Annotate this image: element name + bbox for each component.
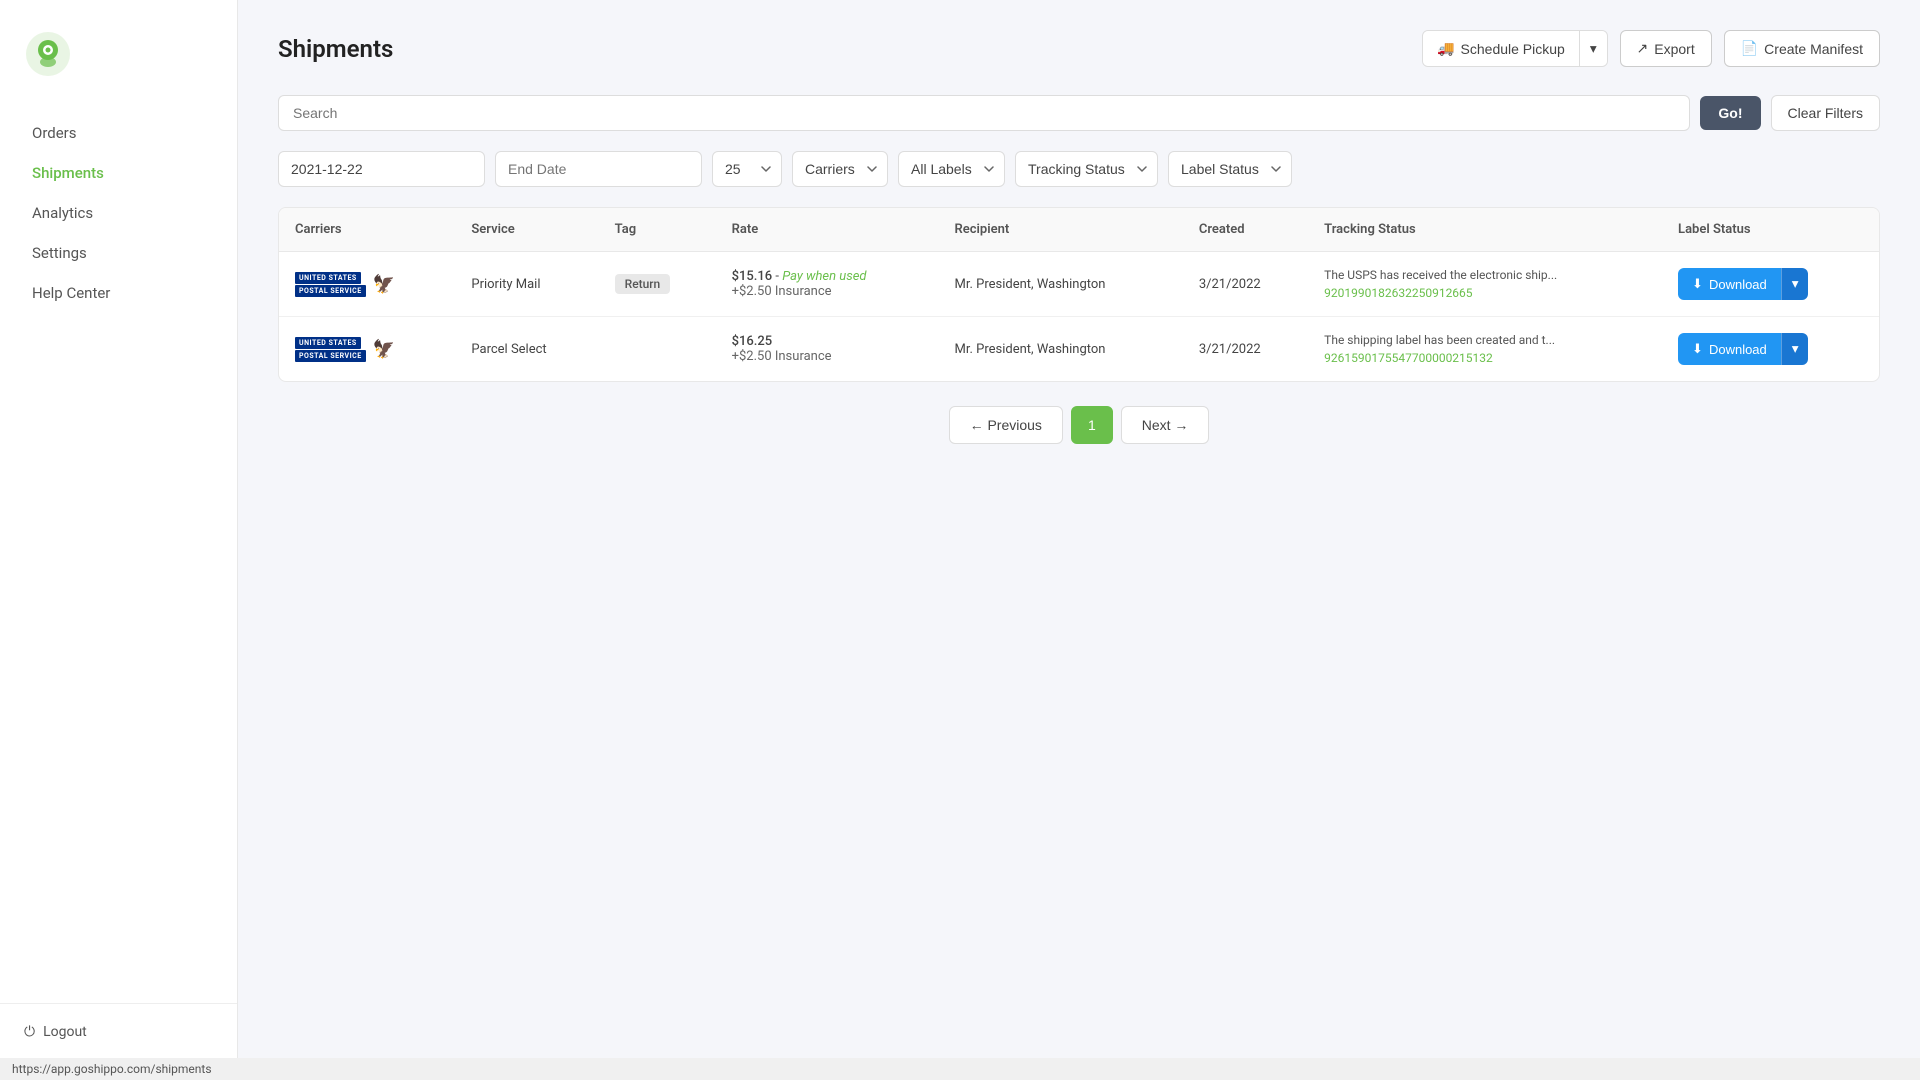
cell-service: Parcel Select <box>455 317 598 382</box>
tracking-status-select[interactable]: Tracking Status <box>1015 151 1158 187</box>
download-icon: ⬇ <box>1692 341 1703 357</box>
sidebar-item-settings[interactable]: Settings <box>8 234 229 272</box>
page-1-button[interactable]: 1 <box>1071 406 1113 444</box>
table-header-row: Carriers Service Tag Rate Recipient Crea… <box>279 208 1879 252</box>
status-bar: https://app.goshippo.com/shipments <box>0 1058 1920 1080</box>
col-label-status: Label Status <box>1662 208 1879 252</box>
shipments-table: Carriers Service Tag Rate Recipient Crea… <box>279 208 1879 381</box>
usps-logo: UNITED STATES POSTAL SERVICE 🦅 <box>295 337 439 362</box>
status-url: https://app.goshippo.com/shipments <box>12 1062 212 1076</box>
sidebar-item-shipments[interactable]: Shipments <box>8 154 229 192</box>
schedule-pickup-dropdown-button[interactable]: ▾ <box>1580 31 1607 66</box>
start-date-input[interactable] <box>278 151 485 187</box>
download-button[interactable]: ⬇ Download <box>1678 268 1781 300</box>
cell-tracking-status: The USPS has received the electronic shi… <box>1308 252 1662 317</box>
logo-container <box>0 20 237 112</box>
go-button[interactable]: Go! <box>1700 96 1760 130</box>
col-tracking-status: Tracking Status <box>1308 208 1662 252</box>
tracking-number[interactable]: 9201990182632250912665 <box>1324 286 1646 300</box>
sidebar-bottom: ⏻ Logout <box>0 1003 237 1060</box>
all-labels-select[interactable]: All Labels <box>898 151 1005 187</box>
tracking-description: The USPS has received the electronic shi… <box>1324 268 1646 282</box>
chevron-down-icon: ▾ <box>1792 341 1799 356</box>
chevron-down-icon: ▾ <box>1792 276 1799 291</box>
tracking-number[interactable]: 9261590175547700000215132 <box>1324 351 1646 365</box>
export-icon: ↗ <box>1637 40 1649 57</box>
tracking-description: The shipping label has been created and … <box>1324 333 1646 347</box>
main-content: Shipments 🚚 Schedule Pickup ▾ ↗ Export 📄… <box>238 0 1920 1080</box>
col-carriers: Carriers <box>279 208 455 252</box>
per-page-select[interactable]: 25 50 100 <box>712 151 782 187</box>
table-row: UNITED STATES POSTAL SERVICE 🦅 Priority … <box>279 252 1879 317</box>
export-button[interactable]: ↗ Export <box>1620 30 1712 67</box>
download-dropdown-button[interactable]: ▾ <box>1781 268 1809 300</box>
search-container <box>278 95 1690 131</box>
download-btn-group: ⬇ Download ▾ <box>1678 333 1808 365</box>
download-dropdown-button[interactable]: ▾ <box>1781 333 1809 365</box>
col-service: Service <box>455 208 598 252</box>
cell-rate: $16.25+$2.50 Insurance <box>716 317 939 382</box>
download-button[interactable]: ⬇ Download <box>1678 333 1781 365</box>
cell-tag <box>599 317 716 382</box>
download-icon: ⬇ <box>1692 276 1703 292</box>
schedule-pickup-btn-group: 🚚 Schedule Pickup ▾ <box>1422 30 1607 67</box>
col-recipient: Recipient <box>939 208 1183 252</box>
cell-tracking-status: The shipping label has been created and … <box>1308 317 1662 382</box>
logout-label: Logout <box>43 1024 87 1040</box>
sidebar: Orders Shipments Analytics Settings Help… <box>0 0 238 1080</box>
col-created: Created <box>1183 208 1308 252</box>
document-icon: 📄 <box>1741 40 1758 57</box>
end-date-input[interactable] <box>495 151 702 187</box>
goshippo-logo-icon <box>24 30 72 78</box>
tag-badge: Return <box>615 274 671 294</box>
logout-icon: ⏻ <box>24 1024 35 1040</box>
cell-recipient: Mr. President, Washington <box>939 252 1183 317</box>
sidebar-item-analytics[interactable]: Analytics <box>8 194 229 232</box>
table-row: UNITED STATES POSTAL SERVICE 🦅 Parcel Se… <box>279 317 1879 382</box>
col-rate: Rate <box>716 208 939 252</box>
carriers-select[interactable]: Carriers <box>792 151 888 187</box>
sidebar-item-help-center[interactable]: Help Center <box>8 274 229 312</box>
sidebar-item-orders[interactable]: Orders <box>8 114 229 152</box>
logout-button[interactable]: ⏻ Logout <box>24 1024 213 1040</box>
create-manifest-button[interactable]: 📄 Create Manifest <box>1724 30 1880 67</box>
sidebar-nav: Orders Shipments Analytics Settings Help… <box>0 112 237 1003</box>
page-title: Shipments <box>278 35 393 63</box>
shipments-table-container: Carriers Service Tag Rate Recipient Crea… <box>278 207 1880 382</box>
cell-recipient: Mr. President, Washington <box>939 317 1183 382</box>
search-input[interactable] <box>278 95 1690 131</box>
cell-carrier: UNITED STATES POSTAL SERVICE 🦅 <box>279 317 455 382</box>
cell-label-status: ⬇ Download ▾ <box>1662 317 1879 382</box>
cell-service: Priority Mail <box>455 252 598 317</box>
download-btn-group: ⬇ Download ▾ <box>1678 268 1808 300</box>
clear-filters-button[interactable]: Clear Filters <box>1771 95 1880 131</box>
previous-button[interactable]: ← Previous <box>949 406 1063 444</box>
cell-rate: $15.16 - Pay when used+$2.50 Insurance <box>716 252 939 317</box>
cell-label-status: ⬇ Download ▾ <box>1662 252 1879 317</box>
chevron-down-icon: ▾ <box>1590 41 1597 56</box>
filter-options-row: 25 50 100 Carriers All Labels Tracking S… <box>278 151 1880 187</box>
pagination: ← Previous 1 Next → <box>278 382 1880 468</box>
header-actions: 🚚 Schedule Pickup ▾ ↗ Export 📄 Create Ma… <box>1422 30 1880 67</box>
cell-tag: Return <box>599 252 716 317</box>
col-tag: Tag <box>599 208 716 252</box>
label-status-select[interactable]: Label Status <box>1168 151 1292 187</box>
page-header: Shipments 🚚 Schedule Pickup ▾ ↗ Export 📄… <box>278 30 1880 67</box>
filters-row: Go! Clear Filters <box>278 95 1880 131</box>
usps-logo: UNITED STATES POSTAL SERVICE 🦅 <box>295 272 439 297</box>
cell-created: 3/21/2022 <box>1183 317 1308 382</box>
truck-icon: 🚚 <box>1437 40 1454 57</box>
cell-created: 3/21/2022 <box>1183 252 1308 317</box>
next-button[interactable]: Next → <box>1121 406 1210 444</box>
cell-carrier: UNITED STATES POSTAL SERVICE 🦅 <box>279 252 455 317</box>
schedule-pickup-button[interactable]: 🚚 Schedule Pickup <box>1423 31 1579 66</box>
